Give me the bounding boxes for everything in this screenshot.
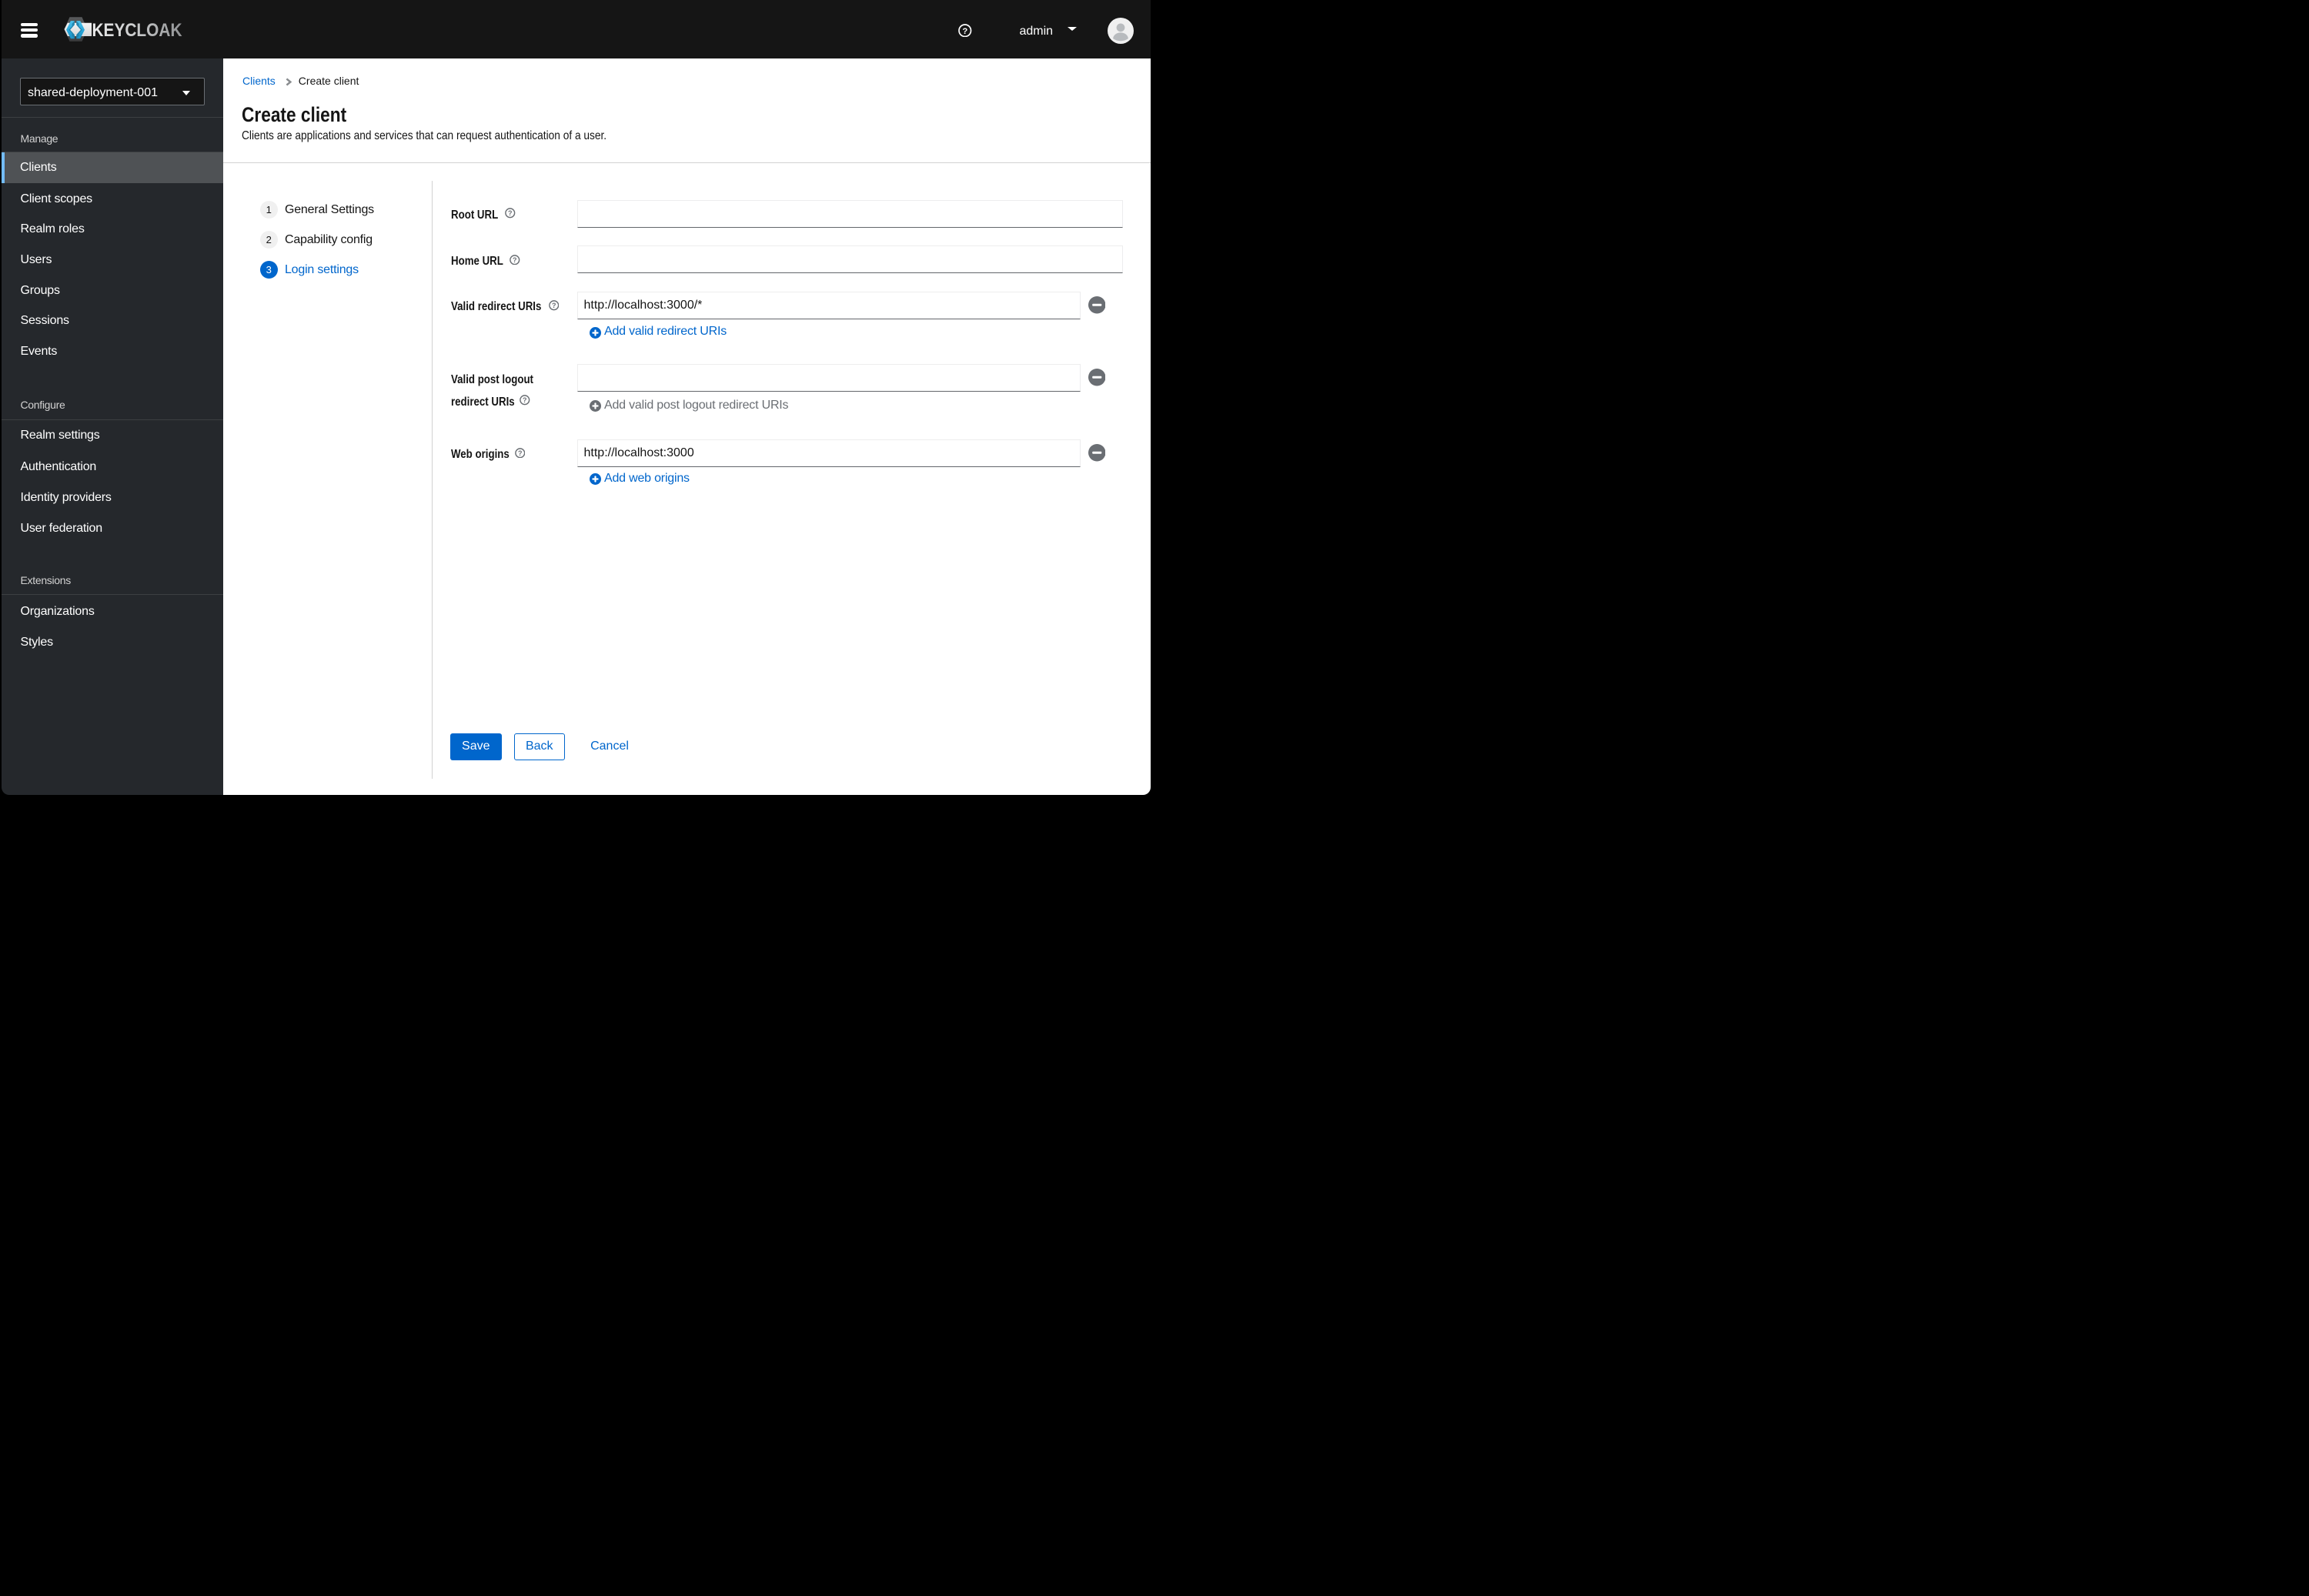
- svg-text:?: ?: [513, 256, 516, 264]
- svg-text:?: ?: [518, 449, 522, 456]
- svg-text:?: ?: [552, 302, 556, 309]
- svg-text:?: ?: [963, 26, 968, 35]
- svg-text:?: ?: [508, 209, 512, 217]
- svg-text:KEYCLOAK: KEYCLOAK: [92, 20, 182, 41]
- svg-text:?: ?: [523, 396, 526, 404]
